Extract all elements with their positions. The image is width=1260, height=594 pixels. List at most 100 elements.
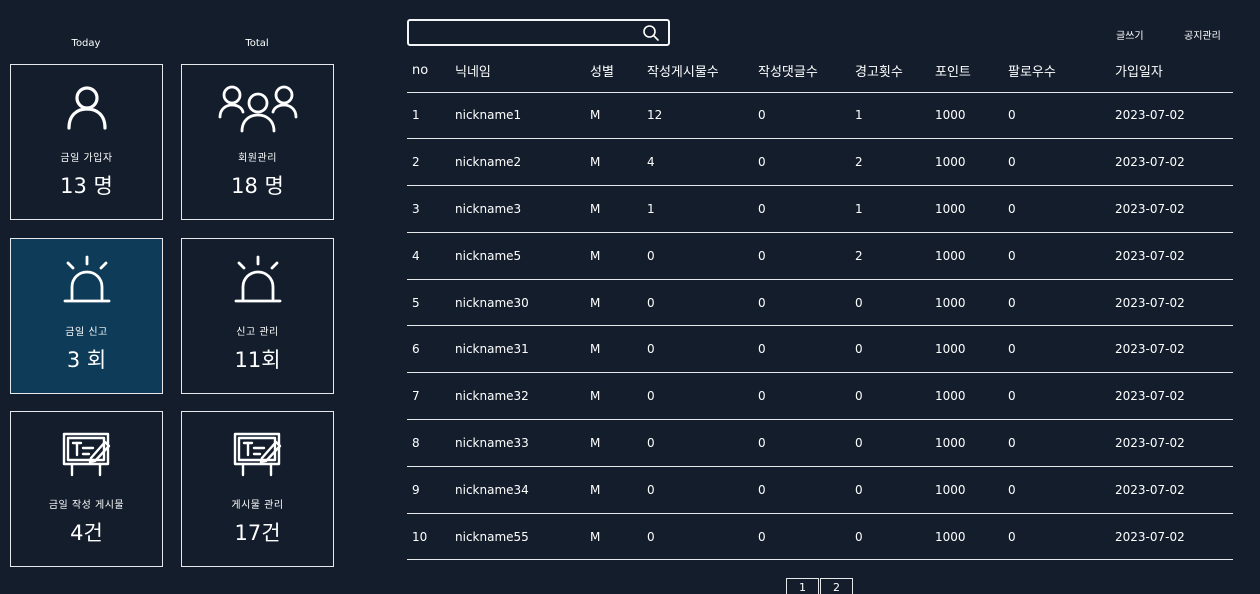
table-row[interactable]: 10 nickname55 M 0 0 0 1000 0 2023-07-02 (407, 513, 1233, 561)
board-write-icon (232, 426, 284, 482)
today-posts-value: 4건 (70, 521, 103, 545)
cell-follower-count: 0 (1003, 138, 1110, 187)
cell-points: 1000 (930, 92, 1003, 140)
cell-join-date: 2023-07-02 (1110, 232, 1233, 280)
today-posts-label: 금일 작성 게시물 (48, 500, 125, 511)
cell-warning-count: 2 (850, 232, 930, 280)
table-row[interactable]: 7 nickname32 M 0 0 0 1000 0 2023-07-02 (407, 372, 1233, 421)
notice-management-link[interactable]: 공지관리 (1184, 27, 1221, 42)
report-management-label: 신고 관리 (236, 327, 279, 338)
cell-gender: M (585, 466, 642, 514)
cell-follower-count: 0 (1003, 92, 1110, 140)
today-signups-card[interactable]: 금일 가입자 13 명 (10, 64, 163, 220)
cell-points: 1000 (930, 232, 1003, 280)
alarm-siren-icon (59, 253, 115, 309)
cell-points: 1000 (930, 185, 1003, 233)
cell-follower-count: 0 (1003, 185, 1110, 233)
cell-nickname: nickname55 (450, 513, 585, 561)
cell-gender: M (585, 92, 642, 140)
header-gender[interactable]: 성별 (585, 50, 642, 93)
member-management-card[interactable]: 회원관리 18 명 (181, 64, 334, 220)
cell-no: 2 (407, 138, 450, 187)
cell-comment-count: 0 (753, 372, 850, 421)
today-reports-value: 3 회 (66, 348, 107, 372)
cell-nickname: nickname32 (450, 372, 585, 421)
user-icon (61, 79, 113, 135)
alarm-siren-icon (230, 253, 286, 309)
search-input[interactable] (413, 23, 633, 42)
cell-no: 8 (407, 419, 450, 467)
cell-nickname: nickname34 (450, 466, 585, 514)
cell-warning-count: 0 (850, 419, 930, 467)
header-post-count[interactable]: 작성게시물수 (642, 50, 753, 93)
cell-gender: M (585, 185, 642, 233)
table-row[interactable]: 1 nickname1 M 12 0 1 1000 0 2023-07-02 (407, 92, 1233, 140)
cell-comment-count: 0 (753, 185, 850, 233)
cell-points: 1000 (930, 419, 1003, 467)
cell-comment-count: 0 (753, 279, 850, 327)
header-join-date[interactable]: 가입일자 (1110, 50, 1233, 93)
cell-warning-count: 0 (850, 279, 930, 327)
users-group-icon (218, 79, 298, 135)
today-signups-value: 13 명 (60, 174, 113, 198)
cell-points: 1000 (930, 466, 1003, 514)
cell-follower-count: 0 (1003, 232, 1110, 280)
today-reports-card[interactable]: 금일 신고 3 회 (10, 238, 163, 394)
table-row[interactable]: 3 nickname3 M 1 0 1 1000 0 2023-07-02 (407, 185, 1233, 233)
cell-no: 5 (407, 279, 450, 327)
search-box (407, 19, 670, 46)
cell-comment-count: 0 (753, 92, 850, 140)
today-reports-label: 금일 신고 (65, 327, 108, 338)
header-no[interactable]: no (407, 50, 450, 93)
cell-comment-count: 0 (753, 232, 850, 280)
post-management-card[interactable]: 게시물 관리 17건 (181, 411, 334, 567)
header-follower-count[interactable]: 팔로우수 (1003, 50, 1110, 93)
header-warning-count[interactable]: 경고횟수 (850, 50, 930, 93)
cell-post-count: 4 (642, 138, 753, 187)
board-write-icon (61, 426, 113, 482)
cell-join-date: 2023-07-02 (1110, 466, 1233, 514)
write-link[interactable]: 글쓰기 (1116, 27, 1144, 42)
member-management-label: 회원관리 (238, 153, 277, 164)
cell-no: 1 (407, 92, 450, 140)
cell-post-count: 0 (642, 513, 753, 561)
page-button-2[interactable]: 2 (820, 578, 853, 594)
cell-comment-count: 0 (753, 325, 850, 374)
table-row[interactable]: 2 nickname2 M 4 0 2 1000 0 2023-07-02 (407, 138, 1233, 187)
cell-comment-count: 0 (753, 138, 850, 187)
cell-join-date: 2023-07-02 (1110, 279, 1233, 327)
cell-join-date: 2023-07-02 (1110, 185, 1233, 233)
cell-nickname: nickname3 (450, 185, 585, 233)
header-points[interactable]: 포인트 (930, 50, 1003, 93)
page-button-1[interactable]: 1 (786, 578, 819, 594)
cell-points: 1000 (930, 138, 1003, 187)
report-management-card[interactable]: 신고 관리 11회 (181, 238, 334, 394)
cell-points: 1000 (930, 279, 1003, 327)
cell-gender: M (585, 513, 642, 561)
header-comment-count[interactable]: 작성댓글수 (753, 50, 850, 93)
cell-nickname: nickname5 (450, 232, 585, 280)
cell-follower-count: 0 (1003, 279, 1110, 327)
cell-no: 6 (407, 325, 450, 374)
cell-gender: M (585, 232, 642, 280)
member-management-value: 18 명 (231, 174, 284, 198)
cell-nickname: nickname2 (450, 138, 585, 187)
cell-points: 1000 (930, 372, 1003, 421)
header-nickname[interactable]: 닉네임 (450, 50, 585, 93)
cell-follower-count: 0 (1003, 372, 1110, 421)
table-row[interactable]: 9 nickname34 M 0 0 0 1000 0 2023-07-02 (407, 466, 1233, 514)
search-icon[interactable] (642, 24, 660, 46)
table-row[interactable]: 8 nickname33 M 0 0 0 1000 0 2023-07-02 (407, 419, 1233, 467)
table-row[interactable]: 6 nickname31 M 0 0 0 1000 0 2023-07-02 (407, 325, 1233, 374)
cell-nickname: nickname30 (450, 279, 585, 327)
report-management-value: 11회 (234, 348, 281, 372)
cell-warning-count: 0 (850, 466, 930, 514)
table-row[interactable]: 5 nickname30 M 0 0 0 1000 0 2023-07-02 (407, 279, 1233, 327)
cell-join-date: 2023-07-02 (1110, 513, 1233, 561)
post-management-value: 17건 (234, 521, 281, 545)
table-row[interactable]: 4 nickname5 M 0 0 2 1000 0 2023-07-02 (407, 232, 1233, 280)
cell-post-count: 0 (642, 372, 753, 421)
members-table: no 닉네임 성별 작성게시물수 작성댓글수 경고횟수 포인트 팔로우수 가입일… (407, 50, 1233, 561)
today-posts-card[interactable]: 금일 작성 게시물 4건 (10, 411, 163, 567)
cell-post-count: 0 (642, 466, 753, 514)
